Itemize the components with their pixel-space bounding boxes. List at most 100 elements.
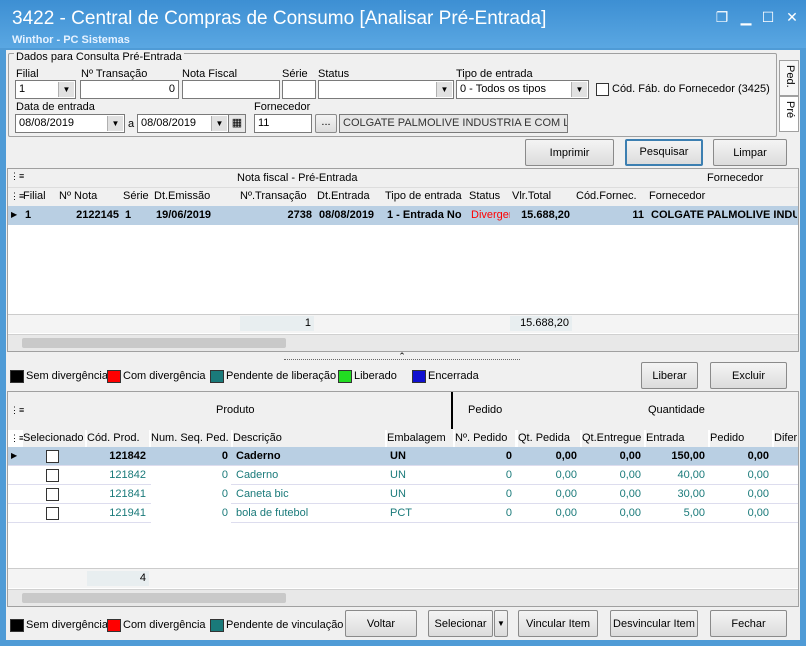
table-cell: 121841 (109, 488, 146, 500)
row-select-checkbox[interactable] (46, 488, 59, 501)
close-icon[interactable]: ✕ (782, 8, 802, 26)
imprimir-button[interactable]: Imprimir (525, 139, 614, 166)
column-header[interactable]: Tipo de entrada (385, 187, 467, 206)
column-header[interactable]: Nº Nota (59, 187, 121, 206)
column-header[interactable]: Dt.Entrada (317, 187, 383, 206)
column-header[interactable]: Filial (23, 187, 57, 206)
legend-label: Com divergência (123, 619, 206, 631)
minimize-icon[interactable]: ▁ (736, 8, 756, 26)
table-cell: 19/06/2019 (156, 209, 212, 221)
row-pointer-icon: ▶ (11, 210, 18, 219)
column-header[interactable]: Qt.Entregue (582, 429, 644, 448)
column-header[interactable]: Cód. Prod. (87, 429, 149, 448)
grid-menu-icon[interactable]: ⋮≡ (10, 405, 24, 416)
selecionar-button[interactable]: Selecionar (428, 610, 493, 637)
legend-label: Encerrada (428, 370, 479, 382)
column-header[interactable]: Difer (774, 429, 798, 448)
column-header[interactable]: Fornecedor (649, 187, 797, 206)
grid-menu-icon[interactable]: ⋮≡ (10, 171, 24, 182)
scroll-thumb[interactable] (22, 593, 286, 603)
selecionar-dropdown-icon[interactable]: ▼ (494, 610, 508, 637)
column-header[interactable]: Nº. Pedido (455, 429, 515, 448)
fornecedor-code-input[interactable]: 11 (254, 114, 312, 133)
row-pointer-icon: ▶ (11, 451, 18, 460)
chevron-down-icon: ▼ (211, 116, 227, 131)
table-cell: 121842 (109, 450, 146, 462)
chevron-down-icon: ▼ (107, 116, 123, 131)
column-header[interactable]: Status (469, 187, 510, 206)
table-cell[interactable]: 0 (151, 485, 231, 504)
nota-fiscal-input[interactable] (182, 80, 280, 99)
calendar-icon[interactable]: ▦ (228, 114, 246, 133)
table-cell: 15.688,20 (521, 209, 570, 221)
scroll-thumb[interactable] (22, 338, 286, 348)
fechar-button[interactable]: Fechar (710, 610, 787, 637)
column-header[interactable]: Selecionado (23, 429, 85, 448)
cod-fab-checkbox[interactable] (596, 83, 609, 96)
row-select-checkbox[interactable] (46, 507, 59, 520)
column-header[interactable]: Vlr.Total (512, 187, 572, 206)
column-header[interactable]: Entrada (646, 429, 708, 448)
row-select-checkbox[interactable] (46, 450, 59, 463)
legend-label: Liberado (354, 370, 397, 382)
status-select[interactable]: ▼ (318, 80, 454, 99)
filter-group-label: Dados para Consulta Pré-Entrada (14, 51, 184, 63)
table-cell[interactable]: 0 (151, 504, 231, 523)
band-produto: Produto (216, 404, 255, 416)
restore-icon[interactable]: ❐ (712, 8, 732, 26)
table-cell: UN (390, 488, 406, 500)
table-cell: bola de futebol (236, 507, 309, 519)
legend-label: Pendente de vinculação (226, 619, 344, 631)
table-cell: 0,00 (555, 488, 577, 500)
table-cell: UN (390, 450, 406, 462)
horizontal-scrollbar[interactable] (8, 334, 798, 351)
row-select-checkbox[interactable] (46, 469, 59, 482)
itens-horizontal-scrollbar[interactable] (8, 589, 798, 606)
table-cell[interactable]: 0 (151, 447, 231, 466)
desvincular-item-button[interactable]: Desvincular Item (610, 610, 698, 637)
status-label: Status (318, 68, 350, 80)
serie-input[interactable] (282, 80, 316, 99)
column-header[interactable]: Qt. Pedida (518, 429, 580, 448)
grid-band-header (8, 169, 798, 187)
column-header[interactable]: Descrição (233, 429, 385, 448)
excluir-button[interactable]: Excluir (710, 362, 787, 389)
data-to-input[interactable]: 08/08/2019 ▼ (137, 114, 229, 133)
voltar-button[interactable]: Voltar (345, 610, 417, 637)
fornecedor-search-button[interactable]: ... (315, 114, 337, 133)
transacao-input[interactable]: 0 (80, 80, 179, 99)
table-cell: Caderno (236, 469, 279, 481)
liberar-button[interactable]: Liberar (641, 362, 698, 389)
column-header[interactable]: Pedido (710, 429, 772, 448)
data-entrada-label: Data de entrada (16, 101, 95, 113)
tipo-entrada-select[interactable]: 0 - Todos os tipos ▼ (456, 80, 589, 99)
splitter-handle[interactable]: ⌃ (284, 352, 520, 361)
table-cell: 0,00 (555, 507, 577, 519)
data-from-input[interactable]: 08/08/2019 ▼ (15, 114, 125, 133)
table-cell: 5,00 (683, 507, 705, 519)
column-header[interactable]: Cód.Fornec. (576, 187, 646, 206)
legend-label: Sem divergência (26, 619, 108, 631)
table-cell: 150,00 (671, 450, 705, 462)
column-header[interactable]: Série (123, 187, 152, 206)
column-header[interactable]: Nº.Transação (240, 187, 314, 206)
table-cell: 0,00 (619, 469, 641, 481)
column-header[interactable]: Embalagem (387, 429, 453, 448)
serie-label: Série (282, 68, 308, 80)
column-header[interactable]: Num. Seq. Ped. (151, 429, 231, 448)
tab-pre-entrada[interactable]: Pré (779, 96, 799, 132)
table-cell: 0,00 (619, 507, 641, 519)
column-header[interactable]: Dt.Emissão (154, 187, 238, 206)
table-cell: 0,00 (747, 450, 769, 462)
maximize-icon[interactable]: ☐ (758, 8, 778, 26)
limpar-button[interactable]: Limpar (713, 139, 787, 166)
table-cell[interactable]: 0 (151, 466, 231, 485)
vincular-item-button[interactable]: Vincular Item (518, 610, 598, 637)
filial-select[interactable]: 1 ▼ (15, 80, 76, 99)
pesquisar-button[interactable]: Pesquisar (625, 139, 703, 166)
legend-swatch (412, 370, 426, 383)
table-cell: 2122145 (76, 209, 119, 221)
tab-pedido[interactable]: Ped. (779, 60, 799, 96)
transacao-label: Nº Transação (81, 68, 148, 80)
legend-swatch (210, 370, 224, 383)
